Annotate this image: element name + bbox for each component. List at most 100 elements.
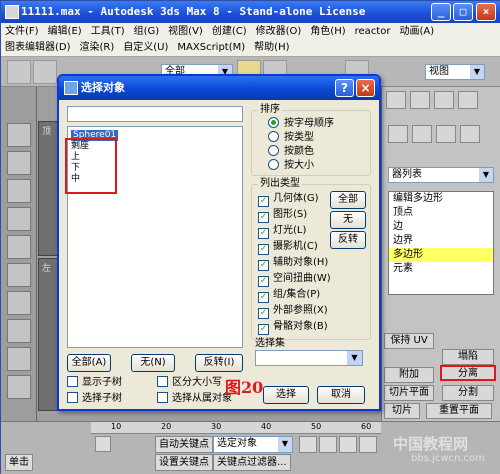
checkbox-box: ✓: [258, 324, 269, 335]
type-bones-checkbox[interactable]: ✓ 骨骼对象(B): [258, 321, 328, 335]
lock-icon[interactable]: [95, 436, 111, 452]
sort-size-radio[interactable]: 按大小: [268, 159, 314, 172]
split-checkbox[interactable]: 分割: [442, 385, 494, 401]
stack-item-border[interactable]: 边界: [389, 234, 493, 248]
keep-uv-checkbox[interactable]: 保持 UV: [384, 333, 434, 349]
scale-icon[interactable]: [412, 125, 432, 143]
stack-item-element[interactable]: 元素: [389, 262, 493, 276]
reset-plane-button[interactable]: 重置平面: [426, 403, 492, 419]
star-tool-icon[interactable]: [7, 235, 31, 259]
type-spacewarps-checkbox[interactable]: ✓ 空间扭曲(W): [258, 273, 331, 287]
create-tool-icon[interactable]: [7, 123, 31, 147]
select-dependents-checkbox[interactable]: 选择从属对象: [157, 392, 232, 405]
menu-rendering[interactable]: 渲染(R): [80, 40, 115, 55]
motion-tab-icon[interactable]: [458, 91, 478, 109]
type-shapes-checkbox[interactable]: ✓ 图形(S): [258, 209, 307, 223]
type-cameras-checkbox[interactable]: ✓ 摄影机(C): [258, 241, 318, 255]
stack-item-edit-poly[interactable]: 编辑多边形: [389, 192, 493, 206]
sphere-tool-icon[interactable]: [7, 179, 31, 203]
hierarchy-tab-icon[interactable]: [434, 91, 454, 109]
selection-sets-dropdown[interactable]: ▼: [255, 350, 363, 366]
menu-reactor[interactable]: reactor: [355, 24, 391, 39]
type-geometry-checkbox[interactable]: ✓ 几何体(G): [258, 193, 319, 207]
stack-item-edge[interactable]: 边: [389, 220, 493, 234]
case-sensitive-checkbox[interactable]: 区分大小写: [157, 376, 222, 389]
sort-type-radio[interactable]: 按类型: [268, 131, 314, 144]
minimize-button[interactable]: _: [431, 3, 451, 21]
sort-color-radio[interactable]: 按颜色: [268, 145, 314, 158]
menu-maxscript[interactable]: MAXScript(M): [177, 40, 245, 55]
menu-customize[interactable]: 自定义(U): [123, 40, 168, 55]
invert-selection-button[interactable]: 反转(I): [195, 354, 243, 372]
stack-item-vertex[interactable]: 顶点: [389, 206, 493, 220]
select-subtree-checkbox[interactable]: 选择子树: [67, 392, 122, 405]
dialog-close-button[interactable]: ×: [356, 79, 375, 97]
grid-tool-icon[interactable]: [7, 263, 31, 287]
align-icon[interactable]: [460, 125, 480, 143]
stack-tool-icon[interactable]: [7, 291, 31, 315]
select-button[interactable]: 选择: [263, 386, 309, 404]
menu-help[interactable]: 帮助(H): [254, 40, 289, 55]
chevron-down-icon: ▼: [470, 65, 484, 79]
prev-frame-icon[interactable]: [319, 436, 337, 453]
type-helpers-checkbox[interactable]: ✓ 辅助对象(H): [258, 257, 328, 271]
undo-icon[interactable]: [7, 60, 31, 84]
window-close-button[interactable]: ×: [476, 3, 496, 21]
wrench-tool-icon[interactable]: [7, 375, 31, 399]
lights-tool-icon[interactable]: [7, 151, 31, 175]
types-all-button[interactable]: 全部: [330, 191, 366, 209]
name-filter-input[interactable]: [67, 106, 243, 122]
redo-icon[interactable]: [33, 60, 57, 84]
maximize-button[interactable]: □: [453, 3, 473, 21]
modify-tab-icon[interactable]: [410, 91, 430, 109]
menu-graph-editors[interactable]: 图表编辑器(D): [5, 40, 71, 55]
mirror-icon[interactable]: [436, 125, 456, 143]
chevron-down-icon: ▼: [347, 351, 362, 365]
slice-button[interactable]: 切片: [384, 403, 420, 419]
system-tool-icon[interactable]: [7, 347, 31, 371]
type-lights-checkbox[interactable]: ✓ 灯光(L): [258, 225, 306, 239]
key-mode-dropdown[interactable]: 选定对象 ▼: [213, 436, 293, 453]
camera-tool-icon[interactable]: [7, 207, 31, 231]
shape-tool-icon[interactable]: [7, 319, 31, 343]
time-ruler[interactable]: 10 20 30 40 50 60: [91, 422, 381, 434]
select-none-button[interactable]: 无(N): [131, 354, 175, 372]
menu-group[interactable]: 组(G): [134, 24, 160, 39]
reference-coord-dropdown[interactable]: 视图 ▼: [425, 64, 485, 80]
create-tab-icon[interactable]: [386, 91, 406, 109]
cancel-button[interactable]: 取消: [317, 386, 365, 404]
auto-key-button[interactable]: 自动关键点: [155, 436, 213, 453]
types-invert-button[interactable]: 反转: [330, 231, 366, 249]
collapse-button[interactable]: 塌陷: [442, 349, 494, 365]
select-subtree-label: 选择子树: [82, 393, 122, 404]
menu-views[interactable]: 视图(V): [168, 24, 203, 39]
set-key-button[interactable]: 设置关键点: [155, 454, 213, 471]
select-all-button[interactable]: 全部(A): [67, 354, 111, 372]
single-click-button[interactable]: 单击: [5, 454, 33, 471]
next-frame-icon[interactable]: [359, 436, 377, 453]
menu-animation[interactable]: 动画(A): [399, 24, 434, 39]
menu-modifiers[interactable]: 修改器(O): [256, 24, 302, 39]
help-button[interactable]: ?: [335, 79, 354, 97]
sort-alphabetical-radio[interactable]: 按字母顺序: [268, 117, 334, 130]
key-filters-button[interactable]: 关键点过滤器...: [213, 454, 291, 471]
detach-button[interactable]: 分离: [440, 365, 496, 381]
type-groups-checkbox[interactable]: ✓ 组/集合(P): [258, 289, 320, 303]
goto-start-icon[interactable]: [299, 436, 317, 453]
types-none-button[interactable]: 无: [330, 211, 366, 229]
attach-button[interactable]: 附加: [384, 367, 434, 383]
modifier-list-dropdown[interactable]: 器列表 ▼: [388, 167, 494, 183]
rotate-icon[interactable]: [388, 125, 408, 143]
show-subtree-label: 显示子树: [82, 377, 122, 388]
menu-edit[interactable]: 编辑(E): [48, 24, 82, 39]
type-xrefs-checkbox[interactable]: ✓ 外部参照(X): [258, 305, 328, 319]
menu-character[interactable]: 角色(H): [310, 24, 345, 39]
menu-tools[interactable]: 工具(T): [91, 24, 125, 39]
menu-create[interactable]: 创建(C): [212, 24, 247, 39]
slice-plane-button[interactable]: 切片平面: [384, 385, 434, 401]
stack-item-polygon[interactable]: 多边形: [389, 248, 493, 262]
menu-file[interactable]: 文件(F): [5, 24, 39, 39]
watermark-text: 中国教程网: [393, 435, 469, 453]
play-icon[interactable]: [339, 436, 357, 453]
show-subtree-checkbox[interactable]: 显示子树: [67, 376, 122, 389]
